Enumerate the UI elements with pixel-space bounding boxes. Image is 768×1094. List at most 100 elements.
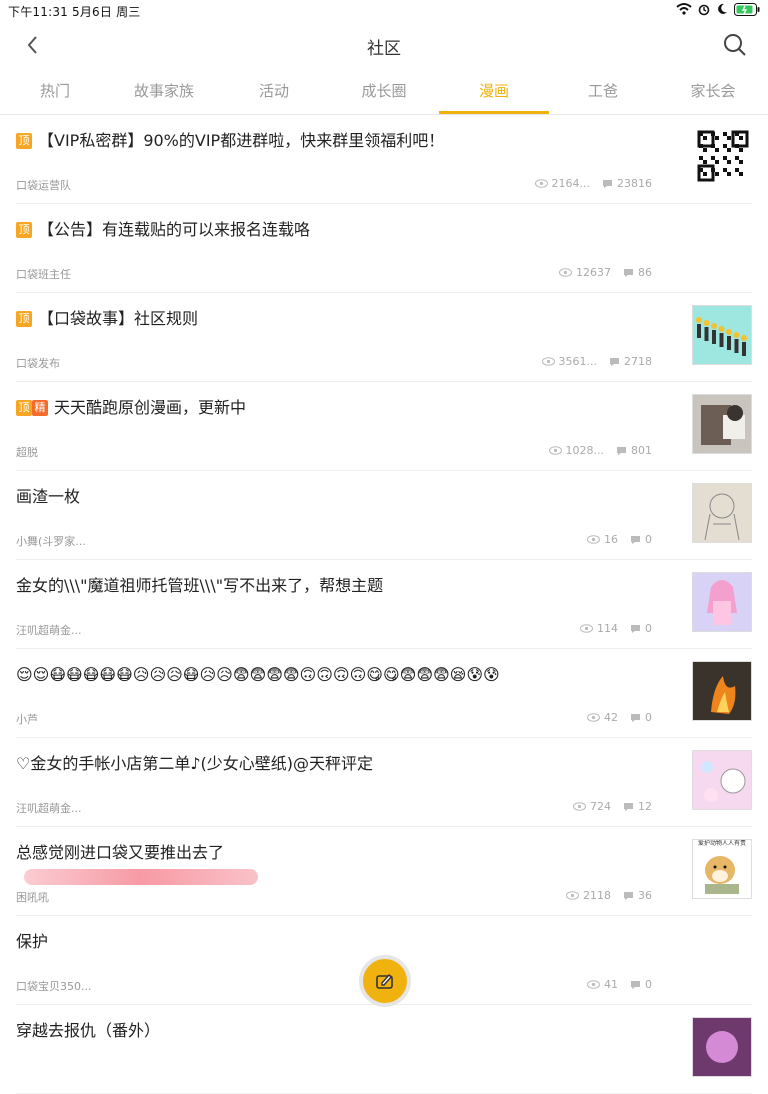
- list-item[interactable]: 顶精天天酷跑原创漫画，更新中 超脱 1028... 801: [16, 382, 752, 471]
- post-title: ♡金女的手帐小店第二单♪(少女心壁纸)@天秤评定: [16, 754, 374, 773]
- compose-button[interactable]: [359, 955, 411, 1007]
- post-author[interactable]: 口袋宝贝350...: [16, 978, 92, 994]
- comment-icon: [624, 268, 633, 277]
- list-item[interactable]: 总感觉刚进口袋又要推出去了 困吼吼 2118 36 爱护动物人人有责: [16, 827, 752, 916]
- post-thumbnail[interactable]: [692, 750, 752, 810]
- tab-3[interactable]: 成长圈: [329, 68, 439, 114]
- post-thumbnail[interactable]: [692, 661, 752, 721]
- eye-icon: [587, 713, 600, 722]
- comment-icon: [624, 802, 633, 811]
- post-stats: 2118 36: [566, 889, 652, 902]
- comment-count-value: 12: [638, 800, 652, 813]
- post-thumbnail[interactable]: [692, 394, 752, 454]
- post-title: 保护: [16, 932, 49, 951]
- view-count-value: 114: [597, 622, 618, 635]
- post-stats: 12637 86: [559, 266, 652, 279]
- tab-4[interactable]: 漫画: [439, 68, 549, 114]
- list-item[interactable]: 顶【VIP私密群】90%的VIP都进群啦，快来群里领福利吧！ 口袋运营队 2164.…: [16, 115, 752, 204]
- post-stats: 2164... 23816: [534, 177, 652, 190]
- comment-count-value: 0: [645, 711, 652, 724]
- list-item[interactable]: ♡金女的手帐小店第二单♪(少女心壁纸)@天秤评定 汪叽超萌金... 724 12: [16, 738, 752, 827]
- view-count: 2164...: [534, 177, 590, 190]
- comment-icon: [631, 980, 640, 989]
- thumbnail-caption: 爱护动物人人有责: [693, 840, 751, 848]
- post-author[interactable]: 小舞(斗罗家...: [16, 533, 86, 549]
- tab-1[interactable]: 故事家族: [109, 68, 219, 114]
- post-list: 顶【VIP私密群】90%的VIP都进群啦，快来群里领福利吧！ 口袋运营队 2164.…: [0, 115, 768, 1094]
- view-count-value: 724: [590, 800, 611, 813]
- pink-highlight-stroke: [24, 869, 258, 885]
- post-author[interactable]: 口袋班主任: [16, 266, 71, 282]
- comment-icon: [603, 179, 612, 188]
- post-author[interactable]: 超脱: [16, 444, 38, 460]
- status-time-date: 下午11:31 5月6日 周三: [8, 5, 141, 19]
- post-title-line: 😌😌😷😷😷😷😷😥😥😥😷😥😥😨😨😨😨🙃🙃🙃🙃😋😋😨😨😨😪😰😰: [16, 663, 652, 687]
- pinned-badge: 顶: [16, 222, 32, 238]
- post-title-line: 顶【口袋故事】社区规则: [16, 307, 652, 331]
- post-stats: 114 0: [580, 622, 652, 635]
- list-item[interactable]: 画渣一枚小舞(斗罗家... 16 0: [16, 471, 752, 560]
- eye-icon: [541, 357, 555, 366]
- tab-6[interactable]: 家长会: [658, 68, 768, 114]
- post-title: 金女的\\\"魔道祖师托管班\\\"写不出来了，帮想主题: [16, 576, 384, 595]
- tab-5[interactable]: 工爸: [548, 68, 658, 114]
- comment-count: 801: [616, 444, 652, 457]
- post-author[interactable]: 小芦: [16, 711, 38, 727]
- comment-count: 36: [623, 889, 652, 902]
- comment-count: 0: [630, 711, 652, 724]
- comment-icon: [624, 891, 633, 900]
- tab-0[interactable]: 热门: [0, 68, 110, 114]
- search-icon[interactable]: [722, 32, 748, 58]
- post-stats: 1028... 801: [548, 444, 652, 457]
- post-thumbnail[interactable]: [694, 127, 752, 185]
- post-title: 总感觉刚进口袋又要推出去了: [16, 843, 225, 862]
- list-item[interactable]: 顶【公告】有连载贴的可以来报名连载咯口袋班主任 12637 86: [16, 204, 752, 293]
- comment-count: 0: [630, 978, 652, 991]
- post-thumbnail[interactable]: 爱护动物人人有责: [692, 839, 752, 899]
- tab-bar: 热门 故事家族 活动 成长圈 漫画 工爸 家长会: [0, 68, 768, 115]
- moon-icon: [718, 3, 727, 14]
- post-title-line: 穿越去报仇（番外）: [16, 1019, 652, 1043]
- post-author[interactable]: 口袋运营队: [16, 177, 71, 193]
- wifi-icon: [676, 3, 692, 15]
- view-count-value: 3561...: [558, 355, 597, 368]
- comment-count-value: 0: [645, 533, 652, 546]
- post-stats: 724 12: [573, 800, 652, 813]
- view-count-value: 12637: [576, 266, 611, 279]
- post-author[interactable]: 口袋发布: [16, 355, 60, 371]
- post-author[interactable]: 困吼吼: [16, 889, 49, 905]
- post-stats: 3561... 2718: [541, 355, 652, 368]
- view-count-value: 2164...: [551, 177, 590, 190]
- post-thumbnail[interactable]: [692, 1017, 752, 1077]
- tab-2[interactable]: 活动: [219, 68, 329, 114]
- post-title: 天天酷跑原创漫画，更新中: [54, 398, 247, 417]
- comment-count: 86: [623, 266, 652, 279]
- post-thumbnail[interactable]: [692, 483, 752, 543]
- view-count-value: 41: [604, 978, 618, 991]
- comment-count-value: 801: [631, 444, 652, 457]
- list-item[interactable]: 顶【口袋故事】社区规则口袋发布 3561... 2718: [16, 293, 752, 382]
- post-title-line: 顶【公告】有连载贴的可以来报名连载咯: [16, 218, 732, 242]
- list-item[interactable]: 金女的\\\"魔道祖师托管班\\\"写不出来了，帮想主题 汪叽超萌金... 114 0: [16, 560, 752, 649]
- comment-count-value: 86: [638, 266, 652, 279]
- view-count: 3561...: [541, 355, 597, 368]
- comment-count-value: 0: [645, 622, 652, 635]
- post-stats: 42 0: [587, 711, 652, 724]
- list-item[interactable]: 穿越去报仇（番外）: [16, 1005, 752, 1094]
- comment-icon: [610, 357, 619, 366]
- comment-count-value: 2718: [624, 355, 652, 368]
- comment-icon: [631, 713, 640, 722]
- post-thumbnail[interactable]: [692, 572, 752, 632]
- post-title-line: 总感觉刚进口袋又要推出去了: [16, 841, 652, 865]
- view-count-value: 16: [604, 533, 618, 546]
- list-item[interactable]: 😌😌😷😷😷😷😷😥😥😥😷😥😥😨😨😨😨🙃🙃🙃🙃😋😋😨😨😨😪😰😰 小芦 42 0: [16, 649, 752, 738]
- post-author[interactable]: 汪叽超萌金...: [16, 622, 82, 638]
- pinned-badge: 顶: [16, 311, 32, 327]
- post-thumbnail[interactable]: [692, 305, 752, 365]
- post-author[interactable]: 汪叽超萌金...: [16, 800, 82, 816]
- post-title: 画渣一枚: [16, 487, 81, 506]
- eye-icon: [587, 980, 600, 989]
- comment-icon: [631, 624, 640, 633]
- post-title-line: ♡金女的手帐小店第二单♪(少女心壁纸)@天秤评定: [16, 752, 652, 776]
- comment-icon: [631, 535, 640, 544]
